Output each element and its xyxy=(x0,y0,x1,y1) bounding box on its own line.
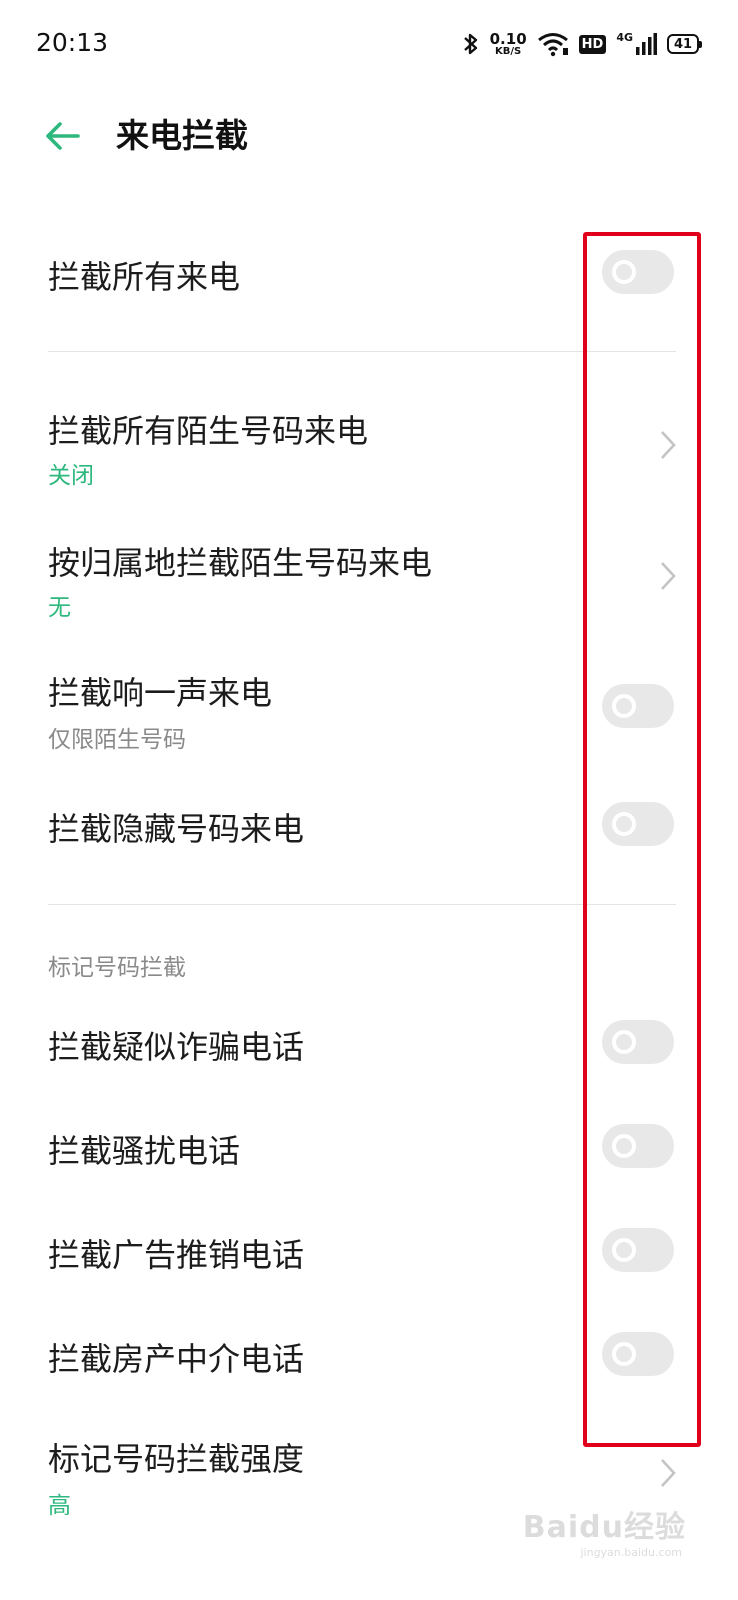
network-speed-unit: KB/S xyxy=(495,45,522,57)
setting-label: 拦截隐藏号码来电 xyxy=(48,810,305,848)
setting-value: 高 xyxy=(48,1493,71,1519)
setting-value: 关闭 xyxy=(48,463,94,489)
battery-level: 41 xyxy=(667,34,699,54)
section-header-marked-numbers: 标记号码拦截 xyxy=(48,955,186,981)
setting-label: 拦截骚扰电话 xyxy=(48,1132,241,1170)
setting-label: 拦截房产中介电话 xyxy=(48,1340,305,1378)
back-arrow-icon[interactable] xyxy=(40,114,84,158)
hd-voice-icon: HD xyxy=(578,34,607,54)
setting-value: 无 xyxy=(48,595,71,621)
network-type-label: 4G xyxy=(616,31,633,44)
signal-icon xyxy=(636,33,657,55)
status-icons: 0.10 KB/S HD 4G 41 xyxy=(462,26,702,62)
network-speed: 0.10 KB/S xyxy=(489,29,527,57)
setting-label: 拦截所有来电 xyxy=(48,258,241,296)
setting-description: 仅限陌生号码 xyxy=(48,727,186,753)
divider xyxy=(48,351,676,352)
bluetooth-icon xyxy=(463,33,477,55)
divider xyxy=(48,904,676,905)
setting-label: 拦截疑似诈骗电话 xyxy=(48,1028,305,1066)
watermark-url: jingyan.baidu.com xyxy=(580,1546,682,1559)
setting-label: 拦截广告推销电话 xyxy=(48,1236,305,1274)
chevron-right-icon xyxy=(661,1459,676,1487)
status-time: 20:13 xyxy=(36,28,109,57)
wifi-icon xyxy=(537,33,568,57)
battery-icon: 41 xyxy=(667,34,702,54)
network-speed-value: 0.10 xyxy=(489,29,527,48)
highlight-annotation-box xyxy=(583,232,701,1447)
setting-label: 标记号码拦截强度 xyxy=(48,1440,305,1478)
setting-label: 拦截响一声来电 xyxy=(48,674,273,712)
setting-label: 拦截所有陌生号码来电 xyxy=(48,412,369,450)
page-title: 来电拦截 xyxy=(116,116,248,155)
setting-label: 按归属地拦截陌生号码来电 xyxy=(48,544,433,582)
baidu-watermark: Baidu经验 jingyan.baidu.com xyxy=(516,1496,686,1566)
watermark-text: Baidu经验 xyxy=(522,1510,686,1545)
